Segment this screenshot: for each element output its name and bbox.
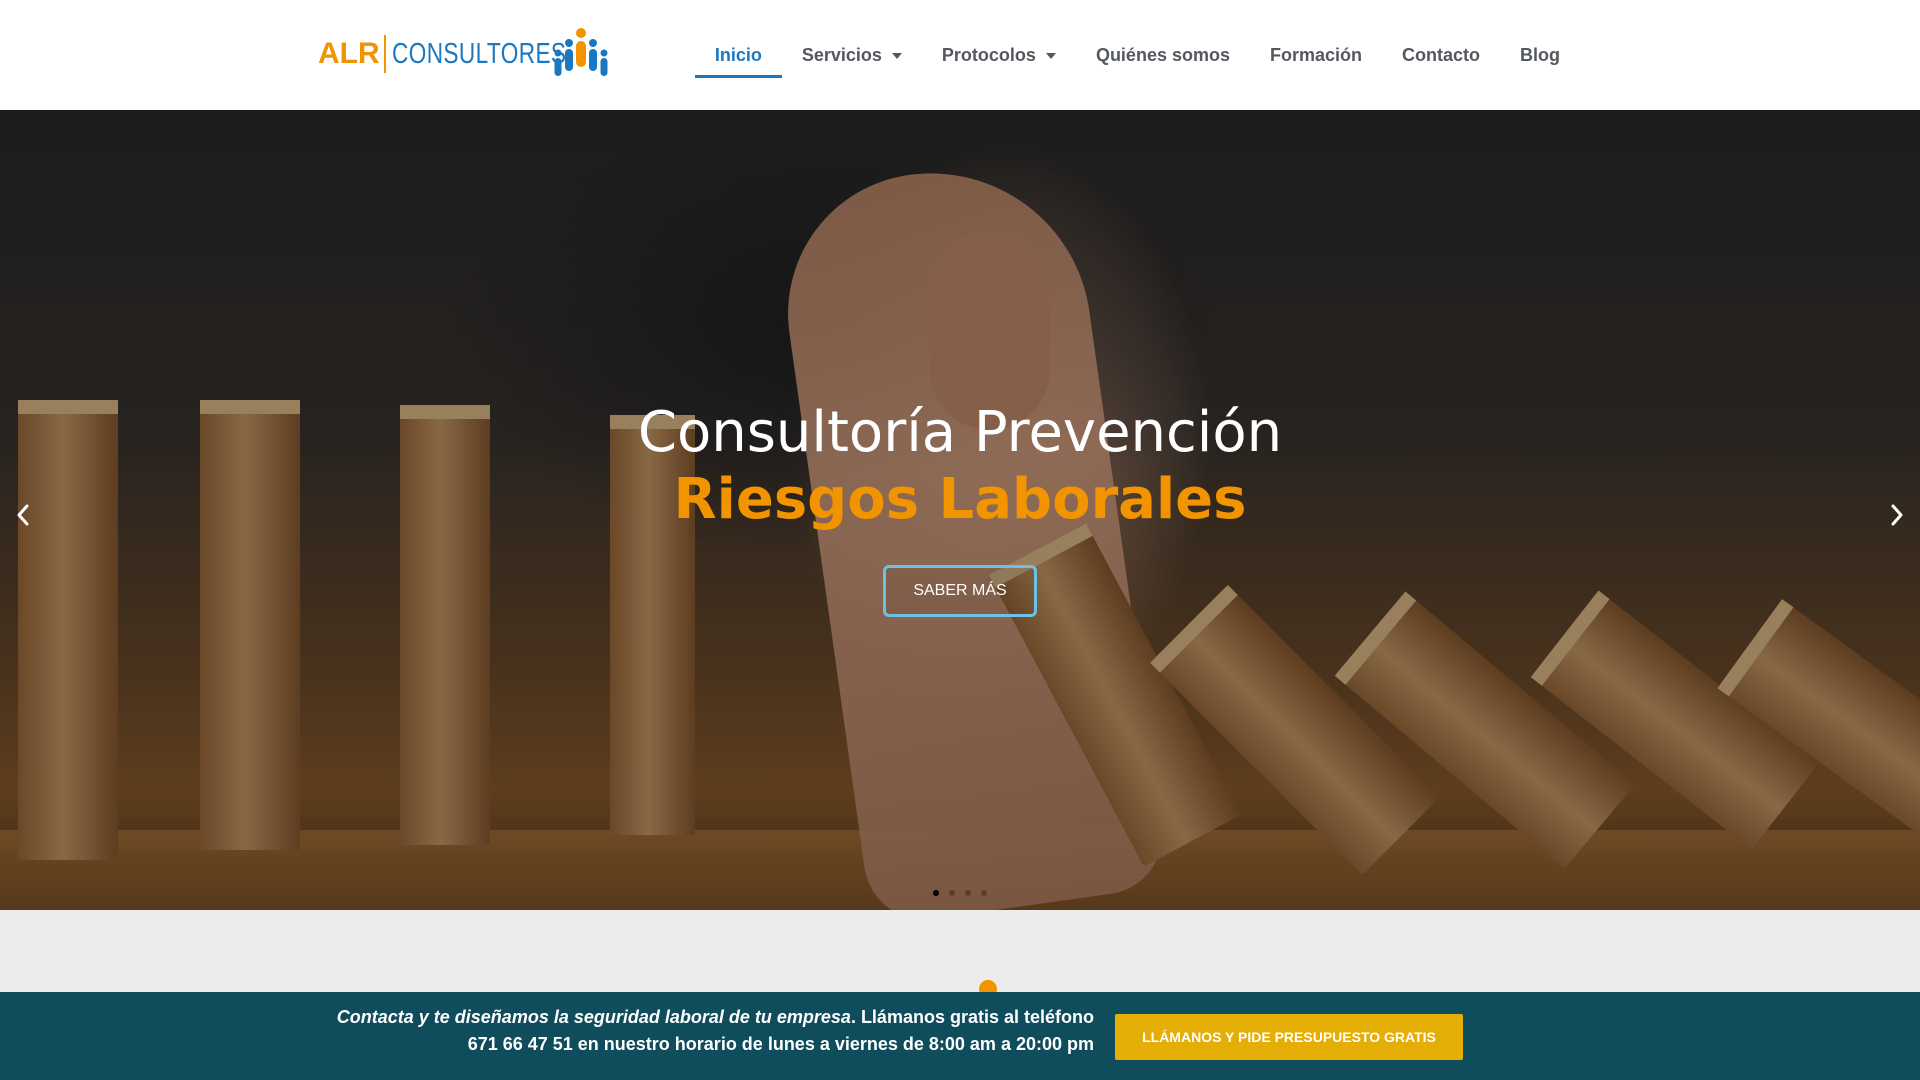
chevron-left-icon [17,504,29,526]
nav-item-inicio[interactable]: Inicio [694,0,782,110]
call-request-quote-button[interactable]: LLÁMANOS Y PIDE PRESUPUESTO GRATIS [1115,1014,1463,1060]
slider-next-button[interactable] [1882,495,1912,535]
slider-dot-2[interactable] [949,890,955,896]
saber-mas-button[interactable]: SABER MÁS [883,565,1037,617]
nav-item-servicios[interactable]: Servicios [782,0,922,110]
cta-text-phone-hours: 671 66 47 51 en nuestro horario de lunes… [467,1034,1094,1054]
hero-subtitle: Riesgos Laborales [673,467,1247,532]
slider-pagination [0,890,1920,896]
logo-alr-text: ALR [318,37,380,70]
logo-divider [383,35,386,73]
site-logo[interactable]: ALR CONSULTORES [318,24,610,84]
hero-slider: Consultoría Prevención Riesgos Laborales… [0,110,1920,910]
slider-dot-4[interactable] [981,890,987,896]
contact-cta-bar: Contacta y te diseñamos la seguridad lab… [0,992,1920,1080]
nav-item-protocolos[interactable]: Protocolos [922,0,1076,110]
hero-title: Consultoría Prevención [637,400,1283,465]
nav-item-label: Contacto [1402,44,1480,65]
nav-item-label: Formación [1269,44,1362,65]
cta-text: Contacta y te diseñamos la seguridad lab… [334,1004,1094,1058]
nav-item-contacto[interactable]: Contacto [1382,0,1500,110]
nav-item-label: Blog [1520,44,1560,65]
site-header: ALR CONSULTORES Inicio Servicios Protoco… [0,0,1920,110]
nav-item-blog[interactable]: Blog [1500,0,1580,110]
slider-dot-3[interactable] [965,890,971,896]
nav-item-quienes-somos[interactable]: Quiénes somos [1076,0,1250,110]
section-background [0,910,1920,992]
cta-text-italic: Contacta y te diseñamos la seguridad lab… [336,1007,851,1027]
nav-item-label: Protocolos [941,44,1036,65]
slider-dot-1[interactable] [933,890,939,896]
caret-down-icon [1045,53,1056,59]
nav-item-label: Servicios [801,44,882,65]
slider-prev-button[interactable] [8,495,38,535]
chevron-right-icon [1891,504,1903,526]
nav-item-formacion[interactable]: Formación [1250,0,1382,110]
nav-item-label: Quiénes somos [1095,44,1230,65]
logo-consultores-text: CONSULTORES [391,37,567,70]
cta-text-rest: . Llámanos gratis al teléfono [850,1007,1094,1027]
caret-down-icon [891,53,902,59]
main-nav: Inicio Servicios Protocolos Quiénes somo… [694,0,1580,110]
nav-item-label: Inicio [714,44,762,65]
